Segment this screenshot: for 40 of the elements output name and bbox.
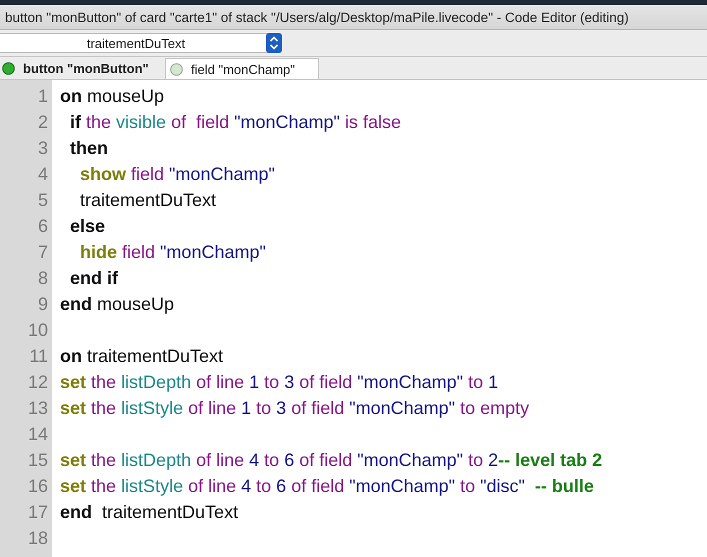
status-dot-icon [170, 62, 183, 76]
line-number: 11 [28, 346, 48, 366]
line-number: 7 [36, 242, 48, 262]
script-tab[interactable]: button "monButton" [0, 58, 163, 79]
handler-dropdown[interactable]: traitementDuText [0, 33, 282, 53]
code-line: on mouseUp [60, 86, 164, 106]
code-line: else [69, 216, 106, 236]
code-line: end traitementDuText [60, 502, 238, 522]
stepper-icon [266, 33, 282, 53]
window-title: button "monButton" of card "carte1" of stack "/Users/alg/Desktop/maPile.livecode" - Code Editor (editing) [5, 10, 629, 24]
code-line: hide field "monChamp" [79, 242, 266, 262]
line-number: 4 [36, 164, 48, 184]
code-line: on traitementDuText [60, 346, 224, 366]
line-number: 6 [36, 216, 48, 236]
line-number: 3 [36, 138, 48, 158]
code-line: set the listStyle of line 4 to 6 of field "monChamp" to "disc" -- bulle [60, 476, 594, 496]
line-number: 9 [36, 294, 48, 314]
code-line: show field "monChamp" [79, 164, 275, 184]
code-line: end mouseUp [60, 294, 174, 314]
line-number: 12 [26, 372, 48, 392]
status-dot-icon [2, 62, 15, 75]
line-number: 2 [36, 112, 48, 132]
line-number: 15 [26, 450, 48, 470]
line-number: 1 [36, 86, 48, 106]
line-number: 14 [26, 424, 48, 444]
code-line: set the listDepth of line 1 to 3 of field "monChamp" to 1 [60, 372, 498, 392]
script-tab[interactable]: field "monChamp" [165, 58, 319, 79]
line-number: 16 [26, 476, 48, 496]
line-number: 8 [36, 268, 48, 288]
line-number: 17 [26, 502, 48, 522]
line-number: 10 [26, 320, 48, 340]
line-number: 18 [26, 528, 48, 548]
line-number: 13 [26, 398, 48, 418]
code-line: then [69, 138, 108, 158]
code-line: if the visible of field "monChamp" is false [69, 112, 401, 132]
code-line: traitementDuText [79, 190, 216, 210]
code-line: set the listStyle of line 1 to 3 of field "monChamp" to empty [60, 398, 530, 418]
code-line: set the listDepth of line 4 to 6 of field "monChamp" to 2-- level tab 2 [60, 450, 602, 470]
line-number: 5 [36, 190, 48, 210]
code-line: end if [69, 268, 118, 288]
